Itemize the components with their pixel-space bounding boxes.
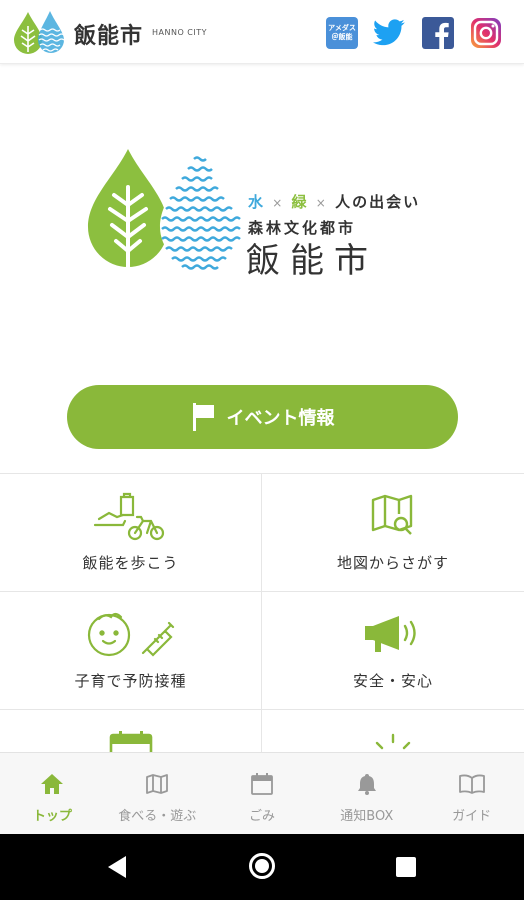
twitter-button[interactable]	[372, 16, 406, 50]
event-info-label: イベント情報	[226, 408, 335, 429]
book-icon	[458, 774, 485, 794]
tab-label: トップ	[32, 809, 72, 824]
tab-guide[interactable]: ガイド	[419, 753, 524, 834]
hero-tagline: 水 × 緑 × 人の出会い	[248, 191, 420, 212]
tab-top[interactable]: トップ	[0, 753, 105, 834]
tagline-separator: ×	[272, 196, 285, 210]
tagline-separator: ×	[315, 196, 328, 210]
city-emblem-icon	[88, 149, 241, 273]
amedas-button[interactable]: アメダス ＠飯能	[326, 17, 358, 49]
instagram-button[interactable]	[469, 16, 503, 50]
bottom-tab-bar: トップ 食べる・遊ぶ ごみ 通知BOX ガイド	[0, 752, 524, 834]
tab-label: ガイド	[452, 809, 492, 824]
hero-banner: 水 × 緑 × 人の出会い 森林文化都市 飯能市	[0, 65, 524, 375]
tab-label: ごみ	[248, 809, 275, 824]
home-button-icon[interactable]	[249, 853, 275, 879]
amedas-line1: アメダス	[328, 24, 356, 32]
menu-item-walk[interactable]: 飯能を歩こう	[0, 474, 262, 592]
twitter-icon	[372, 19, 405, 46]
hero-city-name: 飯能市	[246, 241, 378, 281]
menu-item-label: 飯能を歩こう	[82, 554, 179, 572]
recent-apps-icon[interactable]	[396, 857, 416, 877]
calendar-icon	[251, 773, 273, 795]
map-search-icon	[371, 494, 413, 535]
amedas-line2: ＠飯能	[331, 33, 353, 41]
header-title: 飯能市	[74, 24, 144, 49]
event-info-button[interactable]: イベント情報	[67, 385, 458, 449]
menu-item-vaccination[interactable]: 子育で予防接種	[0, 592, 262, 710]
tab-notification-box[interactable]: 通知BOX	[314, 753, 419, 834]
map-icon	[146, 774, 169, 794]
menu-item-map-search[interactable]: 地図からさがす	[262, 474, 524, 592]
tagline-green: 緑	[291, 193, 309, 211]
bell-icon	[357, 774, 376, 795]
menu-grid: 飯能を歩こう 地図からさがす 子育で予防接種 安全・安心	[0, 473, 524, 828]
menu-item-label: 安全・安心	[352, 672, 433, 690]
tab-label: 食べる・遊ぶ	[118, 809, 197, 824]
flag-icon	[192, 403, 214, 431]
tagline-people: 人の出会い	[335, 193, 421, 211]
back-icon[interactable]	[104, 854, 128, 880]
system-nav-bar	[0, 834, 524, 900]
city-logo-icon[interactable]	[12, 10, 68, 54]
megaphone-icon	[365, 616, 416, 652]
walking-bicycle-icon	[93, 492, 164, 541]
tab-eat-play[interactable]: 食べる・遊ぶ	[105, 753, 210, 834]
menu-item-safety[interactable]: 安全・安心	[262, 592, 524, 710]
facebook-icon	[422, 17, 454, 49]
home-icon	[41, 774, 64, 794]
tab-garbage[interactable]: ごみ	[210, 753, 315, 834]
menu-item-label: 子育で予防接種	[74, 672, 187, 690]
menu-item-label: 地図からさがす	[336, 554, 449, 572]
tab-label: 通知BOX	[340, 809, 394, 824]
header-subtitle: HANNO CITY	[152, 28, 208, 37]
facebook-button[interactable]	[421, 16, 455, 50]
baby-syringe-icon	[87, 612, 174, 657]
tagline-water: 水	[248, 193, 266, 211]
instagram-icon	[471, 18, 501, 48]
app-header: 飯能市 HANNO CITY アメダス ＠飯能	[0, 0, 524, 64]
